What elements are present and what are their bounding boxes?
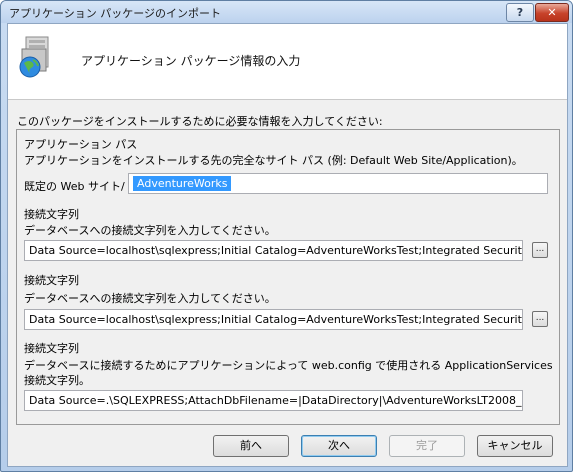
conn3-heading: 接続文字列 bbox=[24, 342, 79, 355]
conn2-browse-button[interactable]: ... bbox=[532, 311, 548, 327]
window-title: アプリケーション パッケージのインポート bbox=[9, 7, 222, 20]
conn1-input[interactable]: Data Source=localhost\sqlexpress;Initial… bbox=[24, 240, 523, 261]
next-button[interactable]: 次へ bbox=[301, 435, 377, 457]
package-globe-icon bbox=[19, 36, 49, 78]
app-path-description: アプリケーションをインストールする先の完全なサイト パス (例: Default… bbox=[24, 154, 523, 167]
conn3-input[interactable]: Data Source=.\SQLEXPRESS;AttachDbFilenam… bbox=[24, 390, 523, 411]
conn1-browse-button[interactable]: ... bbox=[532, 242, 548, 258]
title-bar: アプリケーション パッケージのインポート ? ✕ bbox=[1, 1, 572, 23]
close-button[interactable]: ✕ bbox=[535, 3, 569, 22]
conn2-description: データベースへの接続文字列を入力してください。 bbox=[24, 292, 276, 305]
help-button[interactable]: ? bbox=[506, 3, 534, 22]
app-path-prefix: 既定の Web サイト/ bbox=[24, 180, 125, 193]
app-path-heading: アプリケーション パス bbox=[24, 138, 138, 151]
conn3-description-line1: データベースに接続するためにアプリケーションによって web.config で使… bbox=[24, 359, 553, 372]
back-button[interactable]: 前へ bbox=[213, 435, 289, 457]
intro-text: このパッケージをインストールするために必要な情報を入力してください: bbox=[17, 115, 383, 128]
wizard-title: アプリケーション パッケージ情報の入力 bbox=[81, 54, 301, 68]
conn2-heading: 接続文字列 bbox=[24, 274, 79, 287]
conn2-input[interactable]: Data Source=localhost\sqlexpress;Initial… bbox=[24, 309, 523, 330]
app-path-input[interactable]: AdventureWorks bbox=[128, 173, 548, 194]
conn1-description: データベースへの接続文字列を入力してください。 bbox=[24, 224, 276, 237]
cancel-button[interactable]: キャンセル bbox=[477, 435, 553, 457]
dialog-window: アプリケーション パッケージのインポート ? ✕ アプリケーション パッケージ情… bbox=[0, 0, 573, 472]
conn3-description-line2: 接続文字列。 bbox=[24, 374, 90, 387]
conn1-heading: 接続文字列 bbox=[24, 208, 79, 221]
app-path-value: AdventureWorks bbox=[133, 176, 232, 191]
finish-button[interactable]: 完了 bbox=[389, 435, 465, 457]
wizard-header: アプリケーション パッケージ情報の入力 bbox=[8, 24, 567, 100]
dialog-body: アプリケーション パッケージ情報の入力 このパッケージをインストールするために必… bbox=[7, 23, 568, 467]
parameters-panel: アプリケーション パス アプリケーションをインストールする先の完全なサイト パス… bbox=[16, 129, 560, 425]
